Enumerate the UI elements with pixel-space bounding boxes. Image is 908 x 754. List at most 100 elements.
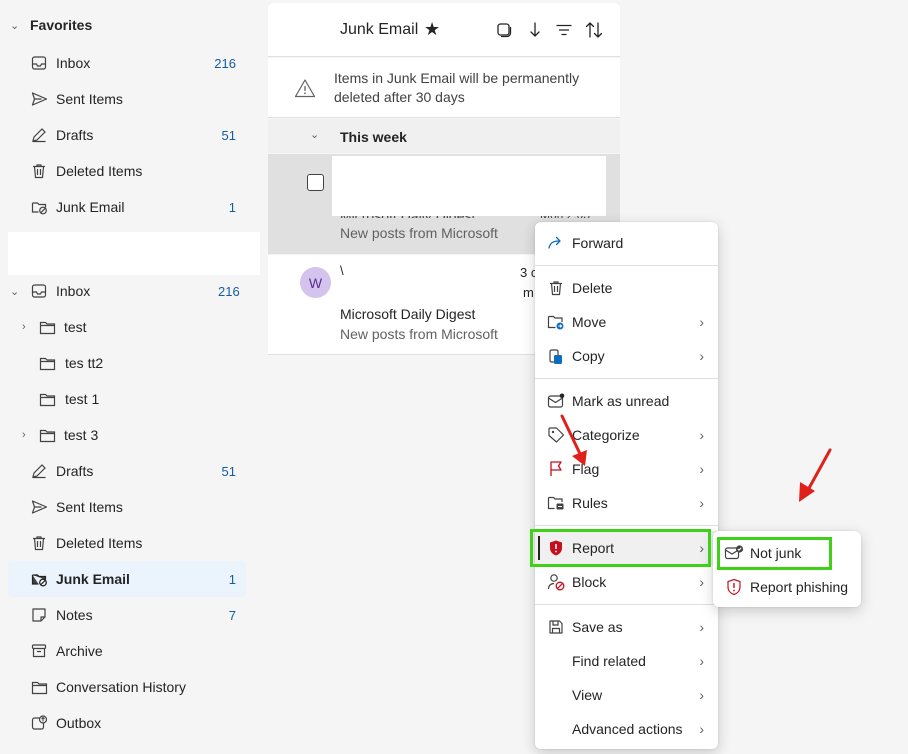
folder-icon <box>30 678 48 696</box>
favorites-item-junk[interactable]: Junk Email 1 <box>8 189 246 225</box>
block-person-icon <box>546 572 566 592</box>
archive-icon <box>30 642 48 660</box>
inbox-icon <box>30 54 48 72</box>
chevron-right-icon: › <box>699 495 704 511</box>
folder-conversation-history[interactable]: Conversation History <box>8 669 246 705</box>
send-icon <box>30 498 48 516</box>
menu-item-report[interactable]: Report › <box>535 531 718 565</box>
menu-item-delete[interactable]: Delete <box>535 271 718 305</box>
report-submenu: Not junk Report phishing <box>713 531 861 607</box>
select-mode-icon[interactable] <box>494 20 514 40</box>
chevron-right-icon: › <box>699 653 704 669</box>
chevron-down-icon: ⌄ <box>10 19 20 32</box>
note-icon <box>30 606 48 624</box>
tag-icon <box>546 425 566 445</box>
folder-junk[interactable]: Junk Email 1 <box>8 561 246 597</box>
folder-notes[interactable]: Notes 7 <box>8 597 246 633</box>
folder-icon <box>38 318 56 336</box>
menu-separator <box>535 604 718 605</box>
message-checkbox[interactable] <box>307 174 324 191</box>
star-icon[interactable]: ★ <box>424 19 440 40</box>
menu-item-find-related[interactable]: Find related › <box>535 644 718 678</box>
mail-checkmark-icon <box>724 543 744 563</box>
chevron-down-icon[interactable]: ⌄ <box>310 128 319 141</box>
account-header-redacted <box>8 232 260 275</box>
focus-indicator <box>538 536 540 560</box>
submenu-item-report-phishing[interactable]: Report phishing <box>713 570 861 604</box>
folder-pane: ⌄ Favorites Inbox 216 Sent Items Drafts … <box>0 0 262 754</box>
flag-icon <box>546 459 566 479</box>
chevron-right-icon: › <box>699 427 704 443</box>
chevron-right-icon: › <box>699 687 704 703</box>
junk-icon <box>30 198 48 216</box>
folder-tes-tt2[interactable]: tes tt2 <box>8 345 246 381</box>
shield-alert-icon <box>724 577 744 597</box>
sort-icon[interactable] <box>584 20 604 40</box>
group-header[interactable]: ⌄ This week <box>268 119 620 153</box>
favorites-header[interactable]: ⌄ Favorites <box>0 7 262 43</box>
folder-test-1[interactable]: test 1 <box>8 381 246 417</box>
folder-deleted[interactable]: Deleted Items <box>8 525 246 561</box>
folder-test-3[interactable]: › test 3 <box>8 417 246 453</box>
chevron-right-icon: › <box>699 619 704 635</box>
folder-outbox[interactable]: Outbox <box>8 705 246 741</box>
outbox-icon <box>30 714 48 732</box>
drafts-icon <box>30 462 48 480</box>
folder-drafts[interactable]: Drafts 51 <box>8 453 246 489</box>
folder-title: Junk Email <box>340 21 419 38</box>
redacted-sender <box>332 156 606 216</box>
red-arrow-annotation <box>799 448 832 502</box>
folder-archive[interactable]: Archive <box>8 633 246 669</box>
folder-icon <box>38 354 56 372</box>
filter-icon[interactable] <box>554 20 574 40</box>
junk-notice: Items in Junk Email will be permanently … <box>268 58 620 118</box>
menu-item-flag[interactable]: Flag › <box>535 452 718 486</box>
favorites-item-drafts[interactable]: Drafts 51 <box>8 117 246 153</box>
warning-icon <box>294 78 316 101</box>
chevron-right-icon: › <box>699 314 704 330</box>
menu-item-block[interactable]: Block › <box>535 565 718 599</box>
trash-icon <box>30 162 48 180</box>
junk-icon <box>30 570 48 588</box>
chevron-down-icon[interactable]: ⌄ <box>10 285 24 298</box>
folder-test[interactable]: › test <box>8 309 246 345</box>
menu-item-save-as[interactable]: Save as › <box>535 610 718 644</box>
mail-unread-icon <box>546 391 566 411</box>
menu-item-forward[interactable]: Forward <box>535 226 718 260</box>
chevron-right-icon: › <box>699 540 704 556</box>
jump-to-icon[interactable] <box>524 20 544 40</box>
chevron-right-icon: › <box>699 461 704 477</box>
menu-item-rules[interactable]: Rules › <box>535 486 718 520</box>
rules-icon <box>546 493 566 513</box>
forward-icon <box>546 233 566 253</box>
trash-icon <box>546 278 566 298</box>
chevron-right-icon[interactable]: › <box>22 321 26 333</box>
folder-inbox[interactable]: ⌄ Inbox 216 <box>0 273 262 309</box>
menu-separator <box>535 265 718 266</box>
menu-item-move[interactable]: Move › <box>535 305 718 339</box>
folder-sent[interactable]: Sent Items <box>8 489 246 525</box>
context-menu: Forward Delete Move › Copy › Mark as unr… <box>535 222 718 749</box>
chevron-right-icon: › <box>699 348 704 364</box>
folder-icon <box>38 390 56 408</box>
send-icon <box>30 90 48 108</box>
menu-item-advanced-actions[interactable]: Advanced actions › <box>535 712 718 746</box>
menu-item-categorize[interactable]: Categorize › <box>535 418 718 452</box>
move-to-folder-icon <box>546 312 566 332</box>
submenu-item-not-junk[interactable]: Not junk <box>713 536 861 570</box>
menu-item-copy[interactable]: Copy › <box>535 339 718 373</box>
menu-item-mark-unread[interactable]: Mark as unread <box>535 384 718 418</box>
favorites-item-deleted[interactable]: Deleted Items <box>8 153 246 189</box>
shield-alert-icon <box>546 538 566 558</box>
favorites-item-sent[interactable]: Sent Items <box>8 81 246 117</box>
menu-item-view[interactable]: View › <box>535 678 718 712</box>
chevron-right-icon[interactable]: › <box>22 429 26 441</box>
trash-icon <box>30 534 48 552</box>
menu-separator <box>535 378 718 379</box>
inbox-icon <box>30 282 48 300</box>
message-list-header: Junk Email ★ <box>268 3 620 57</box>
favorites-item-inbox[interactable]: Inbox 216 <box>8 45 246 81</box>
save-icon <box>546 617 566 637</box>
drafts-icon <box>30 126 48 144</box>
menu-separator <box>535 525 718 526</box>
